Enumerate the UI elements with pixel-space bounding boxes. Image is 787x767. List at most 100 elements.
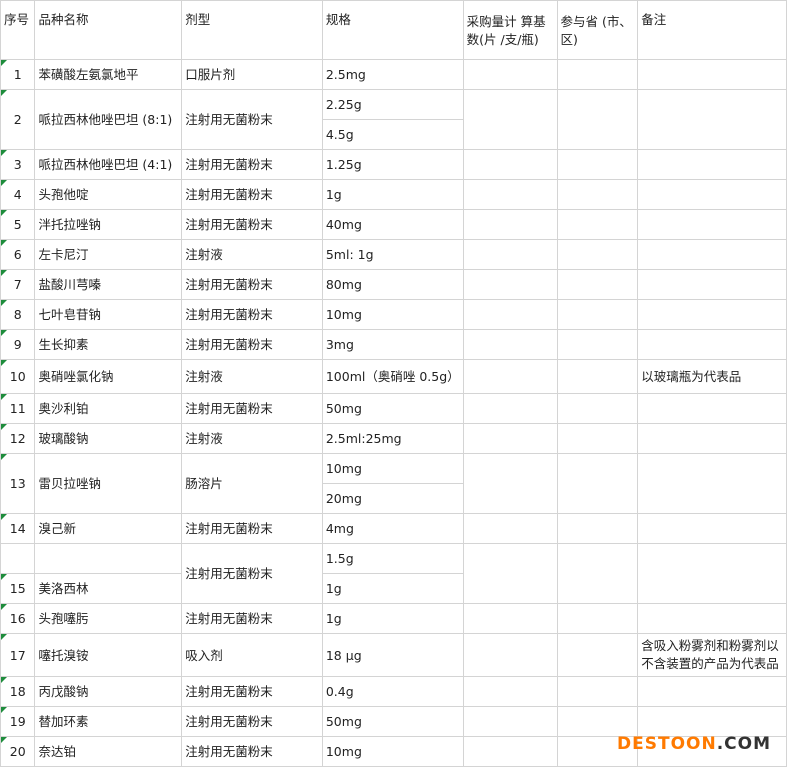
row-qty bbox=[462, 736, 558, 767]
row-qty bbox=[462, 329, 558, 360]
row-spec: 40mg bbox=[321, 209, 464, 240]
table-row: 18 丙戊酸钠 注射用无菌粉末 0.4g bbox=[0, 676, 787, 707]
row-no: 8 bbox=[0, 299, 36, 330]
row-spec: 2.25g bbox=[321, 89, 464, 120]
row-form: 注射用无菌粉末 bbox=[181, 676, 323, 707]
row-qty bbox=[462, 149, 558, 180]
row-note bbox=[637, 423, 787, 454]
cell-marker bbox=[1, 424, 7, 430]
row-spec: 100ml（奥硝唑 0.5g） bbox=[321, 359, 464, 394]
row-qty bbox=[462, 423, 558, 454]
row-form: 口服片剂 bbox=[181, 59, 323, 90]
row-province bbox=[556, 239, 639, 270]
table-row: 4 头孢他啶 注射用无菌粉末 1g bbox=[0, 179, 787, 210]
header-qty: 采购量计 算基数(片 /支/瓶) bbox=[462, 0, 558, 60]
table-row: 1 苯磺酸左氨氯地平 口服片剂 2.5mg bbox=[0, 59, 787, 90]
row-note bbox=[637, 209, 787, 240]
row-no: 14 bbox=[0, 513, 36, 544]
row-name: 雷贝拉唑钠 bbox=[34, 453, 183, 514]
row-qty bbox=[462, 239, 558, 270]
row-note: 含吸入粉雾剂和粉雾剂以不含装置的产品为代表品 bbox=[637, 633, 787, 677]
table-row: 8 七叶皂苷钠 注射用无菌粉末 10mg bbox=[0, 299, 787, 330]
row-name: 头孢噻肟 bbox=[34, 603, 183, 634]
watermark-part1: DESTOON bbox=[617, 734, 717, 754]
row-qty bbox=[462, 179, 558, 210]
row-province bbox=[556, 179, 639, 210]
row-no: 11 bbox=[0, 393, 36, 424]
row-note bbox=[637, 59, 787, 90]
row-province bbox=[556, 706, 639, 737]
row-spec: 3mg bbox=[321, 329, 464, 360]
row-form: 注射用无菌粉末 bbox=[181, 706, 323, 737]
header-note: 备注 bbox=[637, 0, 787, 60]
cell-marker bbox=[1, 394, 7, 400]
row-name: 哌拉西林他唑巴坦 (8:1) bbox=[34, 89, 183, 150]
row-spec-secondary: 4.5g bbox=[321, 119, 464, 150]
row-spec: 10mg bbox=[321, 453, 464, 484]
drug-table: 序号 品种名称 剂型 规格 采购量计 算基数(片 /支/瓶) 参与省 (市、区)… bbox=[0, 0, 787, 767]
row-no: 9 bbox=[0, 329, 36, 360]
row-no: 16 bbox=[0, 603, 36, 634]
row-form: 吸入剂 bbox=[181, 633, 323, 677]
cell-marker bbox=[1, 634, 7, 640]
row-no: 12 bbox=[0, 423, 36, 454]
row-no: 17 bbox=[0, 633, 36, 677]
cell-marker bbox=[1, 574, 7, 580]
row-province bbox=[556, 59, 639, 90]
cell-marker bbox=[1, 737, 7, 743]
header-name: 品种名称 bbox=[34, 0, 183, 60]
row-spec: 2.5mg bbox=[321, 59, 464, 90]
cell-marker bbox=[1, 300, 7, 306]
row-name: 七叶皂苷钠 bbox=[34, 299, 183, 330]
row-spec: 1g bbox=[321, 603, 464, 634]
row-qty bbox=[462, 209, 558, 240]
row-spec-secondary: 20mg bbox=[321, 483, 464, 514]
row-spec: 50mg bbox=[321, 706, 464, 737]
row-form: 注射用无菌粉末 bbox=[181, 269, 323, 300]
row-spec: 4mg bbox=[321, 513, 464, 544]
row-name: 哌拉西林他唑巴坦 (4:1) bbox=[34, 149, 183, 180]
watermark-part2: .COM bbox=[716, 734, 772, 754]
row-province bbox=[556, 209, 639, 240]
row-no: 6 bbox=[0, 239, 36, 270]
row-qty bbox=[462, 299, 558, 330]
row-note bbox=[637, 329, 787, 360]
row-note bbox=[637, 706, 787, 737]
row-name: 噻托溴铵 bbox=[34, 633, 183, 677]
row-form: 注射用无菌粉末 bbox=[181, 736, 323, 767]
row-note: 以玻璃瓶为代表品 bbox=[637, 359, 787, 394]
table-row: 17 噻托溴铵 吸入剂 18 μg 含吸入粉雾剂和粉雾剂以不含装置的产品为代表品 bbox=[0, 633, 787, 677]
row-note bbox=[637, 179, 787, 210]
row-note bbox=[637, 513, 787, 544]
row-qty bbox=[462, 513, 558, 544]
row-name: 奥沙利铂 bbox=[34, 393, 183, 424]
row-note bbox=[637, 269, 787, 300]
row-no: 7 bbox=[0, 269, 36, 300]
row-note bbox=[637, 89, 787, 150]
row-no-empty bbox=[0, 543, 36, 574]
row-province bbox=[556, 513, 639, 544]
cell-marker bbox=[1, 514, 7, 520]
row-province bbox=[556, 359, 639, 394]
row-name: 泮托拉唑钠 bbox=[34, 209, 183, 240]
row-spec: 10mg bbox=[321, 736, 464, 767]
cell-marker bbox=[1, 677, 7, 683]
row-province bbox=[556, 89, 639, 150]
row-qty bbox=[462, 633, 558, 677]
row-name: 盐酸川芎嗪 bbox=[34, 269, 183, 300]
row-name: 苯磺酸左氨氯地平 bbox=[34, 59, 183, 90]
row-no: 15 bbox=[0, 573, 36, 604]
row-name: 左卡尼汀 bbox=[34, 239, 183, 270]
row-spec: 50mg bbox=[321, 393, 464, 424]
row-province bbox=[556, 299, 639, 330]
row-name: 头孢他啶 bbox=[34, 179, 183, 210]
table-row: 13 雷贝拉唑钠 肠溶片 10mg bbox=[0, 453, 787, 514]
row-name: 美洛西林 bbox=[34, 573, 183, 604]
row-no: 10 bbox=[0, 359, 36, 394]
row-note bbox=[637, 299, 787, 330]
row-form: 注射液 bbox=[181, 239, 323, 270]
row-qty bbox=[462, 603, 558, 634]
row-no: 3 bbox=[0, 149, 36, 180]
row-no: 2 bbox=[0, 89, 36, 150]
row-name: 玻璃酸钠 bbox=[34, 423, 183, 454]
